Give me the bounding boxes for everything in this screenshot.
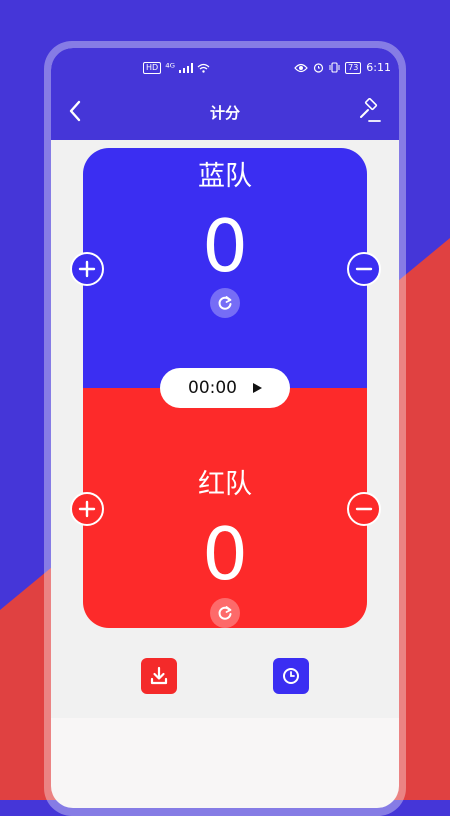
network-label: ⁴ᴳ	[165, 61, 175, 74]
refresh-icon	[218, 606, 232, 620]
red-team-score: 0	[202, 512, 248, 596]
vibrate-icon	[329, 62, 340, 73]
clock-icon	[283, 668, 299, 684]
status-bar-right: 73 6:11	[294, 61, 391, 74]
eye-icon	[294, 63, 308, 72]
red-add-button[interactable]	[70, 492, 104, 526]
battery-level: 73	[345, 61, 362, 74]
download-button[interactable]	[141, 658, 177, 694]
blue-reset-button[interactable]	[210, 288, 240, 318]
plus-icon	[78, 500, 96, 518]
history-button[interactable]	[273, 658, 309, 694]
blue-team-score: 0	[202, 204, 248, 288]
timer-pill[interactable]: 00:00	[160, 368, 290, 408]
judge-button[interactable]	[357, 97, 383, 124]
alarm-icon	[314, 63, 324, 73]
signal-icon	[178, 62, 193, 73]
red-subtract-button[interactable]	[347, 492, 381, 526]
wifi-icon	[197, 63, 210, 73]
red-team-panel: 红队 0	[83, 388, 367, 628]
top-bar: HD ⁴ᴳ 73 6:11 计分	[51, 48, 399, 140]
status-bar-left: HD ⁴ᴳ	[143, 61, 210, 74]
refresh-icon	[218, 296, 232, 310]
plus-icon	[78, 260, 96, 278]
play-icon[interactable]	[253, 383, 262, 393]
blue-team-name: 蓝队	[198, 161, 252, 192]
red-team-name: 红队	[198, 469, 252, 500]
hd-badge: HD	[143, 61, 162, 74]
gavel-icon	[360, 97, 381, 122]
blue-team-panel: 蓝队 0	[83, 148, 367, 388]
status-time: 6:11	[366, 61, 391, 74]
minus-icon	[355, 507, 373, 511]
app-screen: HD ⁴ᴳ 73 6:11 计分 蓝队 0 红队 0	[51, 48, 399, 808]
timer-display: 00:00	[188, 378, 237, 398]
minus-icon	[355, 267, 373, 271]
download-icon	[150, 666, 168, 685]
blue-subtract-button[interactable]	[347, 252, 381, 286]
page-title: 计分	[209, 104, 240, 122]
red-reset-button[interactable]	[210, 598, 240, 628]
blue-add-button[interactable]	[70, 252, 104, 286]
